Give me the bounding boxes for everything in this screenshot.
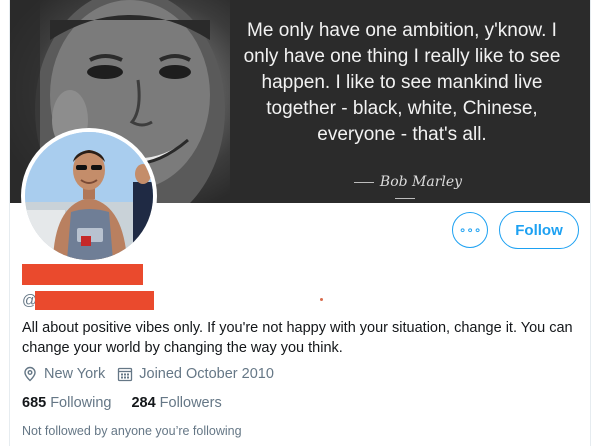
profile-bio: All about positive vibes only. If you're… (22, 320, 573, 356)
calendar-icon (118, 367, 133, 382)
followers-link[interactable]: 284 Followers (131, 395, 221, 411)
following-count: 685 (22, 395, 47, 411)
banner-quote-text: Me only have one ambition, y'know. I onl… (243, 20, 561, 145)
location-pin-icon (24, 366, 36, 382)
joined-text: Joined October 2010 (139, 366, 274, 382)
followers-label: Followers (159, 395, 222, 411)
more-options-icon: ∘∘∘ (458, 223, 482, 237)
more-options-button[interactable]: ∘∘∘ (452, 212, 488, 248)
following-link[interactable]: 685 Following (22, 395, 111, 411)
avatar-photo (25, 132, 153, 260)
banner-quote-author: Bob Marley (340, 174, 470, 203)
frame-border-right (590, 0, 591, 446)
handle-redacted (35, 291, 154, 310)
stray-mark (320, 298, 323, 301)
profile-avatar[interactable] (21, 128, 157, 264)
profile-meta: New York Joined October 2010 (22, 366, 286, 382)
location-text: New York (44, 366, 106, 382)
following-label: Following (50, 395, 112, 411)
profile-joined: Joined October 2010 (117, 366, 274, 382)
followers-count: 284 (131, 395, 156, 411)
not-followed-notice: Not followed by anyone you’re following (22, 424, 242, 438)
profile-stats: 685 Following 284 Followers (22, 395, 242, 411)
display-name-redacted (22, 264, 143, 285)
follow-button[interactable]: Follow (499, 211, 579, 249)
profile-location: New York (22, 366, 105, 382)
